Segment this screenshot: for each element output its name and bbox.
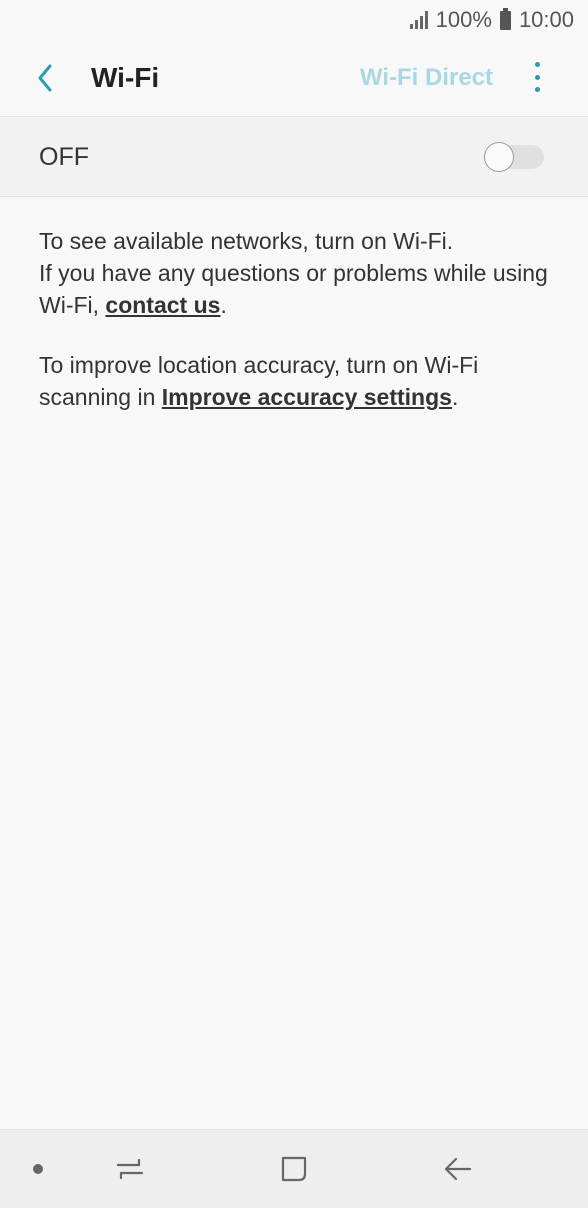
home-button[interactable]: [264, 1130, 324, 1208]
status-bar: 100% 10:00: [0, 0, 588, 40]
wifi-toggle-label: OFF: [39, 143, 89, 171]
recent-apps-icon: [116, 1158, 144, 1180]
back-nav-button[interactable]: [428, 1130, 488, 1208]
more-vertical-icon: [534, 62, 540, 67]
home-icon: [281, 1156, 307, 1182]
questions-text: If you have any questions or problems wh…: [39, 260, 548, 318]
nav-dot-button[interactable]: [18, 1130, 58, 1208]
wifi-switch[interactable]: [484, 142, 544, 172]
dot-icon: [33, 1164, 43, 1174]
clock: 10:00: [518, 7, 574, 32]
location-accuracy-text: To improve location accuracy, turn on Wi…: [39, 352, 479, 410]
divider: [0, 196, 588, 197]
navigation-bar: [0, 1129, 588, 1208]
battery-icon: [499, 7, 511, 30]
switch-thumb: [484, 142, 514, 172]
improve-accuracy-settings-link[interactable]: Improve accuracy settings: [162, 384, 452, 410]
back-button[interactable]: [28, 60, 64, 96]
available-networks-text: To see available networks, turn on Wi-Fi…: [39, 228, 454, 254]
contact-us-link[interactable]: contact us: [105, 292, 220, 318]
battery-percentage: 100%: [435, 7, 492, 32]
wifi-direct-button[interactable]: Wi-Fi Direct: [360, 64, 493, 92]
page-title: Wi-Fi: [91, 62, 160, 93]
back-arrow-icon: [444, 1157, 472, 1181]
signal-icon: [409, 11, 428, 29]
wifi-off-message: To see available networks, turn on Wi-Fi…: [39, 225, 552, 413]
more-options-button[interactable]: [524, 62, 550, 92]
wifi-toggle-row[interactable]: OFF: [0, 117, 588, 196]
recent-apps-button[interactable]: [100, 1130, 160, 1208]
app-bar: Wi-Fi Wi-Fi Direct: [0, 40, 588, 116]
chevron-left-icon: [38, 64, 52, 92]
